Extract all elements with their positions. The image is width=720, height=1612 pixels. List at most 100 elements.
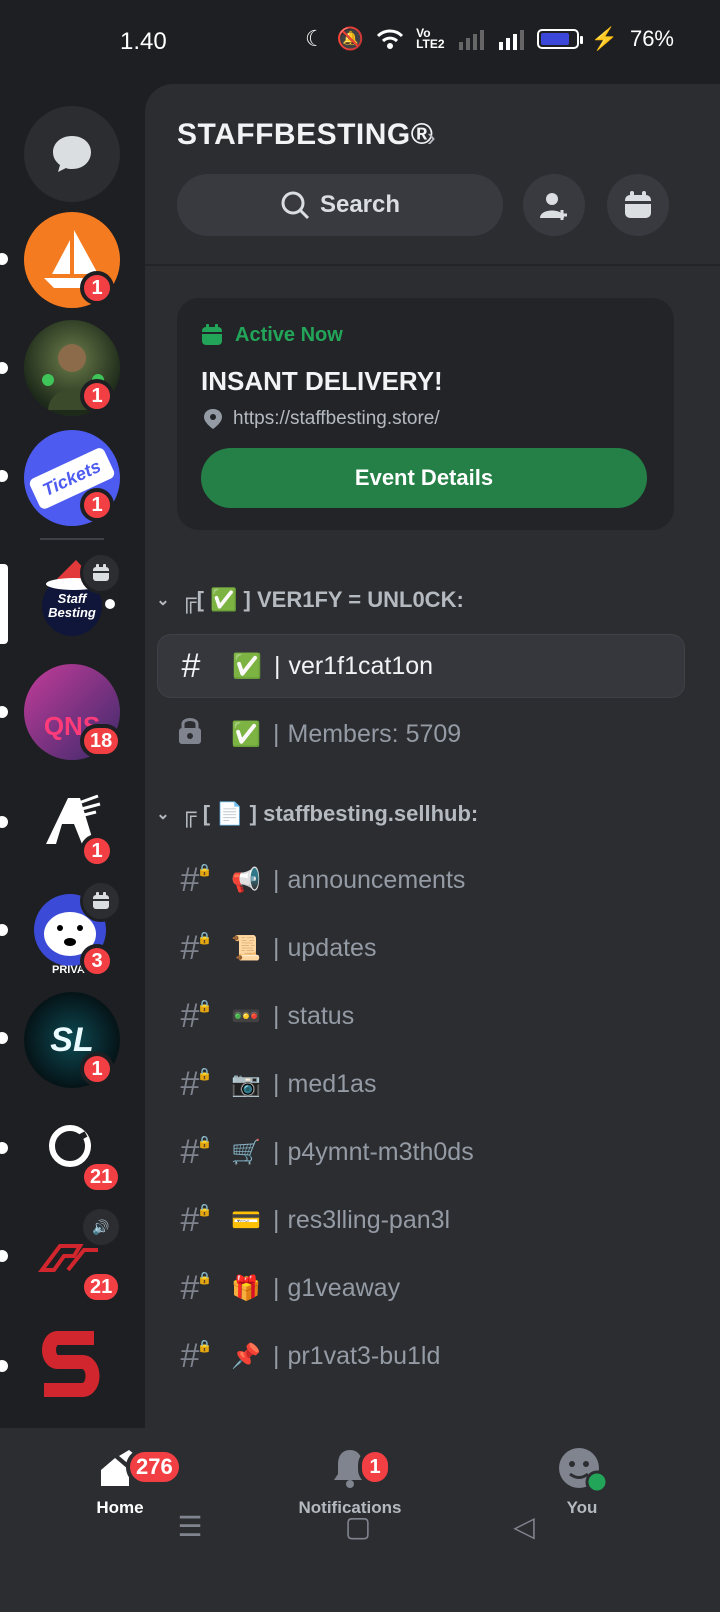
rail-separator bbox=[40, 538, 104, 540]
system-back-button[interactable]: ◁ bbox=[504, 1510, 544, 1550]
unread-dot bbox=[0, 1250, 8, 1262]
channel-name: updates bbox=[287, 933, 377, 962]
channel-members[interactable]: ✅ | Members: 5709 bbox=[157, 702, 685, 766]
battery-percent: 76% bbox=[629, 26, 674, 51]
mention-badge: 1 bbox=[80, 271, 114, 305]
events-button[interactable] bbox=[607, 174, 669, 236]
add-user-icon bbox=[540, 193, 567, 220]
event-details-button[interactable]: Event Details bbox=[201, 448, 647, 508]
calendar-icon bbox=[625, 191, 651, 218]
speaker-icon: 🔊 bbox=[92, 1218, 110, 1235]
event-location[interactable]: https://staffbesting.store/ bbox=[233, 408, 440, 430]
channel-emoji: 🎁 bbox=[231, 1274, 261, 1302]
locked-hash-icon: # 🔒 bbox=[180, 1336, 212, 1375]
battery-icon bbox=[536, 29, 583, 49]
category-header[interactable]: ⌄ ╔ [ 📄 ] staffbesting.sellhub: bbox=[145, 794, 478, 834]
unread-dot bbox=[0, 1360, 8, 1372]
channel-pr1vat3-bu1ld[interactable]: # 🔒 📌 | pr1vat3-bu1ld bbox=[157, 1324, 685, 1388]
charging-icon: ⚡ bbox=[590, 26, 618, 51]
s-logo-icon bbox=[42, 1331, 100, 1397]
unread-dot bbox=[0, 253, 8, 265]
direct-messages-button[interactable] bbox=[24, 106, 120, 202]
lock-icon bbox=[157, 715, 223, 754]
search-button[interactable]: Search bbox=[177, 174, 503, 236]
category-header[interactable]: ⌄ ╔[ ✅ ] VER1FY = UNL0CK: bbox=[145, 580, 464, 620]
channel-res3lling-pan3l[interactable]: # 🔒 💳 | res3lling-pan3l bbox=[157, 1188, 685, 1252]
locked-hash-icon: # 🔒 bbox=[180, 1132, 212, 1171]
system-home-button[interactable]: ▢ bbox=[338, 1510, 378, 1550]
channel-ver1f1cat1on[interactable]: # ✅ | ver1f1cat1on bbox=[157, 634, 685, 698]
channel-name: g1veaway bbox=[287, 1273, 401, 1302]
category-label: ╔ [ 📄 ] staffbesting.sellhub: bbox=[181, 801, 479, 826]
channel-separator: | bbox=[273, 865, 280, 894]
hash-icon: # bbox=[181, 646, 201, 685]
event-status: Active Now bbox=[235, 324, 343, 346]
channel-g1veaway[interactable]: # 🔒 🎁 | g1veaway bbox=[157, 1256, 685, 1320]
signal-icon-1 bbox=[458, 30, 484, 50]
channel-name: p4ymnt-m3th0ds bbox=[287, 1137, 474, 1166]
chat-bubble-icon bbox=[53, 136, 91, 172]
channel-name: announcements bbox=[287, 865, 466, 894]
event-card[interactable]: Active Now INSANT DELIVERY! https://staf… bbox=[177, 298, 674, 530]
channel-emoji: ✅ bbox=[232, 652, 262, 680]
mention-badge: 1 bbox=[80, 834, 114, 868]
wifi-icon bbox=[377, 29, 404, 49]
channel-emoji: 🛒 bbox=[231, 1138, 261, 1166]
unread-dot bbox=[0, 1142, 8, 1154]
channel-name: pr1vat3-bu1ld bbox=[287, 1341, 441, 1370]
chevron-right-icon[interactable]: › bbox=[427, 122, 436, 153]
mention-badge: 1 bbox=[80, 488, 114, 522]
channel-emoji: 💳 bbox=[231, 1206, 261, 1234]
server-icon-s[interactable] bbox=[24, 1318, 120, 1414]
channel-separator: | bbox=[273, 1069, 280, 1098]
channel-name: med1as bbox=[287, 1069, 377, 1098]
unread-dot bbox=[0, 1032, 8, 1044]
locked-hash-icon: # 🔒 bbox=[180, 860, 212, 899]
home-badge: 276 bbox=[126, 1448, 183, 1486]
channel-name: status bbox=[287, 1001, 355, 1030]
locked-hash-icon: # 🔒 bbox=[180, 1268, 212, 1307]
channel-updates[interactable]: # 🔒 📜 | updates bbox=[157, 916, 685, 980]
header-divider bbox=[145, 264, 720, 266]
calendar-icon bbox=[93, 564, 109, 581]
voice-active-badge: 🔊 bbox=[80, 1206, 122, 1248]
event-title: INSANT DELIVERY! bbox=[201, 366, 443, 396]
invite-members-button[interactable] bbox=[523, 174, 585, 236]
locked-hash-icon: # 🔒 bbox=[180, 1200, 212, 1239]
unread-dot bbox=[0, 816, 8, 828]
system-menu-button[interactable]: ☰ bbox=[170, 1510, 210, 1550]
channel-emoji: 🚥 bbox=[231, 1002, 261, 1030]
channel-separator: | bbox=[273, 1273, 280, 1302]
mention-badge: 21 bbox=[80, 1160, 123, 1194]
server-title[interactable]: STAFFBESTING® bbox=[177, 118, 433, 152]
server-rail: 1 1 Tickets 1 Staff Besting QNS 18 1 PRI… bbox=[0, 88, 145, 1428]
mention-badge: 1 bbox=[80, 379, 114, 413]
channel-separator: | bbox=[273, 933, 280, 962]
locked-hash-icon: # 🔒 bbox=[180, 996, 212, 1035]
event-calendar-badge bbox=[80, 880, 122, 922]
channel-separator: | bbox=[273, 1001, 280, 1030]
channel-status[interactable]: # 🔒 🚥 | status bbox=[157, 984, 685, 1048]
mention-badge: 21 bbox=[80, 1270, 123, 1304]
staffbesting-logo-text: Staff Besting bbox=[48, 591, 96, 620]
calendar-icon bbox=[93, 892, 109, 909]
clock: 1.40 bbox=[120, 28, 167, 55]
calendar-green-icon bbox=[202, 324, 222, 345]
channel-announcements[interactable]: # 🔒 📢 | announcements bbox=[157, 848, 685, 912]
unread-dot bbox=[0, 924, 8, 936]
channel-emoji: 📢 bbox=[231, 866, 261, 894]
channel-p4ymnt-m3th0ds[interactable]: # 🔒 🛒 | p4ymnt-m3th0ds bbox=[157, 1120, 685, 1184]
unread-dot bbox=[0, 470, 8, 482]
unread-dot bbox=[0, 706, 8, 718]
channel-emoji: ✅ bbox=[231, 720, 261, 748]
event-calendar-badge bbox=[80, 552, 122, 594]
search-label: Search bbox=[319, 191, 401, 218]
category-label: ╔[ ✅ ] VER1FY = UNL0CK: bbox=[181, 587, 464, 612]
channel-med1as[interactable]: # 🔒 📷 | med1as bbox=[157, 1052, 685, 1116]
channel-emoji: 📌 bbox=[231, 1342, 261, 1370]
channel-emoji: 📷 bbox=[231, 1070, 261, 1098]
volte-icon: Vo LTE2 bbox=[416, 26, 445, 51]
tab-label: Home bbox=[96, 1498, 144, 1517]
notifications-badge: 1 bbox=[358, 1448, 392, 1486]
mention-badge: 3 bbox=[80, 944, 114, 978]
